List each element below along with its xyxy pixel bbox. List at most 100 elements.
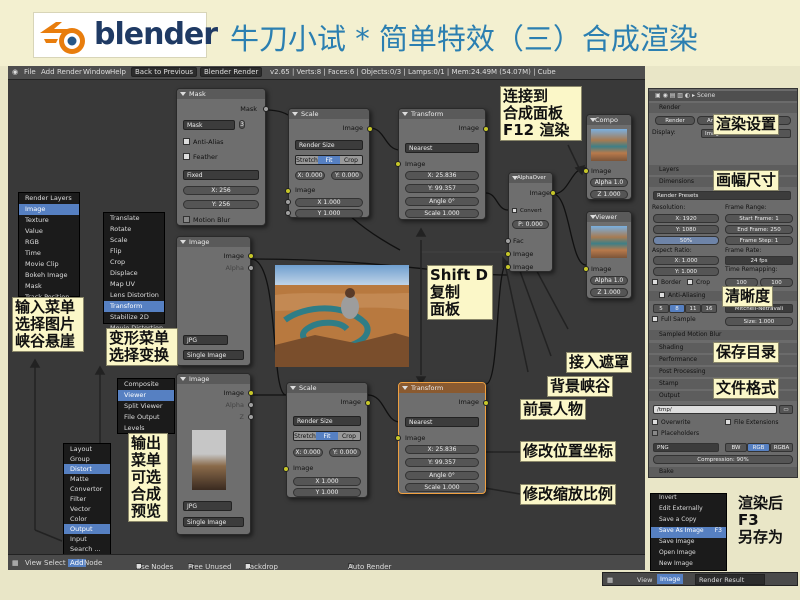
menu-window[interactable]: Window [83, 68, 111, 76]
transform-2-scale-field[interactable]: Scale 1.000 [405, 483, 479, 492]
distort-menu-item[interactable]: Flip [104, 246, 164, 257]
menu-add[interactable]: Add [41, 68, 55, 76]
scale-2-y-field[interactable]: Y 1.000 [293, 488, 361, 497]
add-menu-item[interactable]: Output [64, 524, 110, 534]
image-menu-item[interactable]: Open Image [651, 549, 726, 560]
mask-x-field[interactable]: X: 256 [183, 186, 259, 195]
output-path-field[interactable]: /tmp/ [653, 405, 777, 414]
composite-z-field[interactable]: Z 1.000 [590, 190, 628, 199]
transform-output-socket[interactable] [483, 126, 489, 132]
bake-header[interactable]: Bake [649, 467, 797, 477]
viewer-node[interactable]: Viewer Image Alpha 1.0 Z 1.000 [583, 211, 632, 299]
back-to-previous-button[interactable]: Back to Previous [131, 67, 198, 77]
menu-image[interactable]: Image [657, 574, 684, 584]
input-menu-item[interactable]: Bokeh Image [19, 270, 79, 281]
distort-menu-item[interactable]: Map UV [104, 279, 164, 290]
file-extensions-checkbox[interactable]: File Extensions [725, 418, 794, 428]
viewer-z-field[interactable]: Z 1.000 [590, 288, 628, 297]
viewer-input-socket[interactable] [583, 266, 589, 272]
scale-2-x-field[interactable]: X 1.000 [293, 477, 361, 486]
distort-menu-item[interactable]: Lens Distortion [104, 290, 164, 301]
folder-icon[interactable]: ▭ [779, 405, 793, 414]
menu-select[interactable]: Select [44, 559, 66, 567]
image-menu-item[interactable]: New Image [651, 560, 726, 571]
output-menu[interactable]: Composite Viewer Split Viewer File Output Le… [117, 378, 175, 434]
distort-menu-item[interactable]: Rotate [104, 224, 164, 235]
image-menu-item[interactable]: Save a Copy [651, 516, 726, 527]
scale-2-output-socket[interactable] [365, 400, 371, 406]
output-menu-item[interactable]: File Output [118, 412, 174, 423]
input-menu-item[interactable]: Image [19, 204, 79, 215]
compression-slider[interactable]: Compression: 90% [653, 455, 793, 464]
image-select[interactable]: Render Result [695, 574, 765, 585]
mask-output-socket[interactable] [263, 106, 269, 112]
add-menu[interactable]: Layout Group Distort Matte Convertor Filter Ve… [63, 443, 111, 558]
image-2-file-select[interactable]: JPG [183, 501, 232, 511]
image-menu[interactable]: Invert Edit Externally Save a Copy Save As … [650, 493, 727, 571]
input-menu-item[interactable]: RGB [19, 237, 79, 248]
start-frame-field[interactable]: Start Frame: 1 [725, 214, 793, 223]
input-menu-item[interactable]: Texture [19, 215, 79, 226]
aa-5-button[interactable]: 5 [653, 304, 669, 313]
transform-2-angle-field[interactable]: Angle 0° [405, 471, 479, 480]
resolution-percent-slider[interactable]: 50% [653, 236, 719, 245]
image-source-select[interactable]: Single Image [183, 350, 244, 360]
alpha-output-socket[interactable] [248, 265, 254, 271]
scale-x-field[interactable]: X 1.000 [295, 198, 363, 207]
sampled-motion-blur-header[interactable]: Sampled Motion Blur [649, 330, 797, 340]
menu-view[interactable]: View [637, 576, 652, 584]
overwrite-checkbox[interactable]: Overwrite [652, 418, 722, 428]
scale-mode-select[interactable]: Render Size [295, 140, 363, 150]
full-sample-checkbox[interactable]: Full Sample [652, 315, 722, 325]
placeholders-checkbox[interactable]: Placeholders [652, 429, 722, 439]
menu-file[interactable]: File [24, 68, 36, 76]
scale-input-socket[interactable] [285, 188, 291, 194]
distort-menu-item[interactable]: Scale [104, 235, 164, 246]
viewer-alpha-field[interactable]: Alpha 1.0 [590, 276, 628, 285]
render-presets-select[interactable]: Render Presets [653, 191, 791, 200]
aa-11-button[interactable]: 11 [685, 304, 701, 313]
add-menu-item[interactable]: Distort [64, 464, 110, 474]
transform-scale-field[interactable]: Scale 1.000 [405, 209, 479, 218]
input-menu-item[interactable]: Render Layers [19, 193, 79, 204]
border-checkbox[interactable]: Border [652, 278, 687, 288]
image-2-source-select[interactable]: Single Image [183, 517, 244, 527]
image-node-1[interactable]: Image Image Alpha JPG Single Image [176, 236, 254, 366]
crop-checkbox[interactable]: Crop [687, 278, 721, 288]
scale-fit-tabs[interactable]: Stretch Fit Crop [295, 155, 363, 165]
motion-blur-checkbox[interactable]: Motion Blur [183, 215, 259, 225]
distort-menu-item[interactable]: Transform [104, 301, 164, 312]
add-menu-item[interactable]: Filter [64, 494, 110, 504]
composite-input-socket[interactable] [583, 168, 589, 174]
image-socket-1[interactable] [505, 251, 511, 257]
distort-menu-item[interactable]: Stabilize 2D [104, 312, 164, 323]
scale-output-socket[interactable] [367, 126, 373, 132]
editor-type-icon[interactable]: ▦ [607, 576, 613, 584]
composite-alpha-field[interactable]: Alpha 1.0 [590, 178, 628, 187]
transform-node-2[interactable]: Transform Image Nearest Image X: 25.836 … [395, 382, 489, 494]
aspect-x-field[interactable]: X: 1.000 [653, 256, 719, 265]
transform-y-field[interactable]: Y: 99.357 [405, 184, 479, 193]
image-menu-item[interactable]: Invert [651, 494, 726, 505]
distort-menu-item[interactable]: Displace [104, 268, 164, 279]
mask-node[interactable]: Mask Mask Mask 3 Anti-Alias Feather Fixe… [176, 88, 269, 226]
transform-2-output-socket[interactable] [483, 400, 489, 406]
resolution-x-field[interactable]: X: 1920 [653, 214, 719, 223]
input-menu-item[interactable]: Movie Clip [19, 259, 79, 270]
scale-node-2[interactable]: Scale Image Render Size Stretch Fit Crop… [283, 382, 371, 498]
end-frame-field[interactable]: End Frame: 250 [725, 225, 793, 234]
render-button[interactable]: Render [655, 116, 695, 125]
input-menu-item[interactable]: Mask [19, 281, 79, 292]
input-menu-item[interactable]: Time [19, 248, 79, 259]
distort-menu-item[interactable]: Translate [104, 213, 164, 224]
image-menu-item[interactable]: Edit Externally [651, 505, 726, 516]
menu-node[interactable]: Node [84, 559, 102, 567]
render-panel-header[interactable]: Render [649, 103, 797, 113]
aa-size-field[interactable]: Size: 1.000 [725, 317, 793, 326]
scale-x-socket[interactable] [285, 199, 291, 205]
scale-2-input-socket[interactable] [283, 466, 289, 472]
transform-input-socket[interactable] [395, 161, 401, 167]
image-file-select[interactable]: JPG [183, 335, 228, 345]
anti-alias-checkbox[interactable]: Anti-Alias [183, 137, 259, 147]
transform-node-1[interactable]: Transform Image Nearest Image X: 25.836 … [395, 108, 489, 220]
